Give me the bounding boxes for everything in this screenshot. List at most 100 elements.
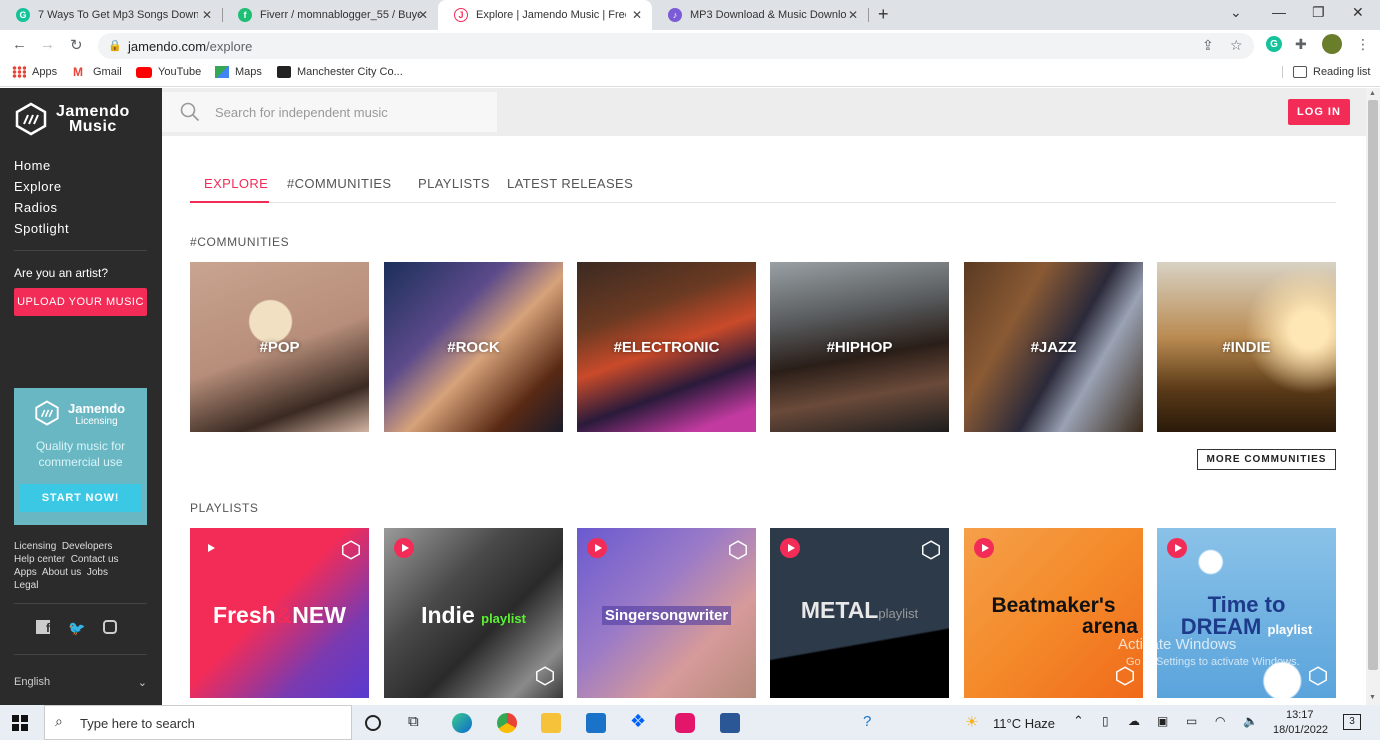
playlist-card-fresh-new[interactable]: Fresh&NEW bbox=[190, 528, 369, 698]
browser-tab-2[interactable]: f Fiverr / momnablogger_55 / Buye ✕ bbox=[222, 0, 438, 30]
play-icon[interactable] bbox=[587, 538, 607, 558]
show-hidden-icons-chevron-icon[interactable]: ⌃ bbox=[1073, 713, 1084, 729]
playlist-card-indie[interactable]: Indie playlist bbox=[384, 528, 563, 698]
login-button[interactable]: LOG IN bbox=[1288, 99, 1350, 125]
task-view-icon[interactable]: ⧉ bbox=[408, 713, 419, 730]
playlist-card-time-to-dream[interactable]: Time to DREAM playlist bbox=[1157, 528, 1336, 698]
help-icon[interactable]: ? bbox=[863, 713, 871, 730]
file-explorer-icon[interactable] bbox=[541, 713, 561, 733]
clock-date[interactable]: 18/01/2022 bbox=[1273, 724, 1328, 736]
close-tab-icon[interactable]: ✕ bbox=[632, 8, 642, 22]
chrome-menu-icon[interactable]: ⋮ bbox=[1356, 36, 1370, 53]
grammarly-extension-icon[interactable]: G bbox=[1266, 36, 1282, 52]
page-scrollbar[interactable]: ▲ ▼ bbox=[1366, 88, 1380, 705]
taskbar-search-input[interactable]: Type here to search bbox=[80, 716, 195, 731]
twitter-icon[interactable]: 🐦 bbox=[68, 620, 85, 637]
forward-icon[interactable]: → bbox=[40, 36, 55, 53]
app-icon[interactable] bbox=[675, 713, 695, 733]
notifications-icon[interactable]: 3 bbox=[1343, 714, 1361, 730]
browser-tab-4[interactable]: ♪ MP3 Download & Music Downlo ✕ bbox=[652, 0, 868, 30]
wifi-icon[interactable]: ◠ bbox=[1215, 714, 1225, 728]
chrome-icon[interactable] bbox=[497, 713, 517, 733]
close-window-icon[interactable]: ✕ bbox=[1352, 4, 1364, 21]
community-card-jazz[interactable]: #JAZZ bbox=[964, 262, 1143, 432]
upload-music-button[interactable]: UPLOAD YOUR MUSIC bbox=[14, 288, 147, 316]
edge-icon[interactable] bbox=[452, 713, 472, 733]
scroll-down-icon[interactable]: ▼ bbox=[1369, 694, 1376, 701]
windows-start-icon[interactable] bbox=[12, 715, 28, 731]
onedrive-cloud-icon[interactable]: ☁ bbox=[1128, 714, 1140, 728]
volume-icon[interactable]: 🔈 bbox=[1243, 714, 1258, 728]
sidebar-item-home[interactable]: Home bbox=[14, 158, 69, 173]
play-icon[interactable] bbox=[1167, 538, 1187, 558]
back-icon[interactable]: ← bbox=[12, 36, 27, 53]
word-icon[interactable] bbox=[720, 713, 740, 733]
browser-tab-3-active[interactable]: J Explore | Jamendo Music | Free m ✕ bbox=[438, 0, 652, 30]
meet-icon[interactable]: ▣ bbox=[1157, 714, 1168, 728]
playlist-card-metal[interactable]: METALplaylist bbox=[770, 528, 949, 698]
footer-link-contact-us[interactable]: Contact us bbox=[71, 554, 119, 565]
scrollbar-thumb[interactable] bbox=[1368, 100, 1378, 670]
close-tab-icon[interactable]: ✕ bbox=[848, 8, 858, 22]
tab-playlists[interactable]: PLAYLISTS bbox=[418, 176, 490, 191]
footer-link-about-us[interactable]: About us bbox=[42, 567, 81, 578]
footer-link-developers[interactable]: Developers bbox=[62, 541, 113, 552]
reading-list[interactable]: Reading list bbox=[1282, 66, 1370, 78]
community-card-indie[interactable]: #INDIE bbox=[1157, 262, 1336, 432]
bookmark-youtube[interactable]: YouTube bbox=[136, 66, 201, 78]
playlist-card-singersongwriter[interactable]: Singersongwriter bbox=[577, 528, 756, 698]
tab-latest-releases[interactable]: LATEST RELEASES bbox=[507, 176, 633, 191]
close-tab-icon[interactable]: ✕ bbox=[202, 8, 212, 22]
footer-link-help-center[interactable]: Help center bbox=[14, 554, 65, 565]
bookmark-manchester-city[interactable]: Manchester City Co... bbox=[277, 66, 403, 78]
clock-time[interactable]: 13:17 bbox=[1286, 709, 1314, 721]
play-icon[interactable] bbox=[780, 538, 800, 558]
bookmark-maps[interactable]: Maps bbox=[215, 66, 262, 78]
search-box[interactable]: Search for independent music bbox=[162, 92, 497, 132]
new-tab-icon[interactable]: + bbox=[878, 4, 889, 25]
instagram-icon[interactable] bbox=[103, 620, 118, 634]
community-card-pop[interactable]: #POP bbox=[190, 262, 369, 432]
sidebar-item-explore[interactable]: Explore bbox=[14, 179, 69, 194]
footer-link-jobs[interactable]: Jobs bbox=[87, 567, 108, 578]
search-input[interactable]: Search for independent music bbox=[215, 105, 388, 120]
omnibox[interactable]: 🔒 jamendo.com/explore ⇪ ☆ bbox=[98, 33, 1254, 59]
scroll-up-icon[interactable]: ▲ bbox=[1369, 90, 1376, 97]
bookmark-apps[interactable]: Apps bbox=[12, 66, 57, 78]
reload-icon[interactable]: ↻ bbox=[70, 36, 83, 54]
facebook-icon[interactable]: f bbox=[36, 620, 50, 635]
start-now-button[interactable]: START NOW! bbox=[20, 484, 141, 512]
footer-link-legal[interactable]: Legal bbox=[14, 580, 38, 591]
community-card-electronic[interactable]: #ELECTRONIC bbox=[577, 262, 756, 432]
bookmark-gmail[interactable]: M Gmail bbox=[73, 66, 122, 78]
browser-tab-1[interactable]: G 7 Ways To Get Mp3 Songs Downl ✕ bbox=[0, 0, 222, 30]
minimize-icon[interactable]: — bbox=[1272, 4, 1286, 20]
play-icon[interactable] bbox=[974, 538, 994, 558]
licensing-promo[interactable]: Jamendo Licensing Quality music for comm… bbox=[14, 388, 147, 525]
cortana-icon[interactable] bbox=[365, 715, 381, 731]
dropbox-icon[interactable]: ❖ bbox=[630, 711, 646, 732]
bookmark-star-icon[interactable]: ☆ bbox=[1230, 37, 1243, 54]
taskbar-search[interactable]: ⌕ Type here to search bbox=[44, 705, 352, 740]
weather-text[interactable]: 11°C Haze bbox=[993, 716, 1055, 731]
close-tab-icon[interactable]: ✕ bbox=[418, 8, 428, 22]
tab-communities[interactable]: #COMMUNITIES bbox=[287, 176, 391, 191]
more-communities-button[interactable]: MORE COMMUNITIES bbox=[1197, 449, 1336, 470]
tab-explore[interactable]: EXPLORE bbox=[204, 176, 268, 191]
play-icon[interactable] bbox=[200, 538, 220, 558]
share-icon[interactable]: ⇪ bbox=[1202, 37, 1214, 54]
sidebar-item-radios[interactable]: Radios bbox=[14, 200, 69, 215]
maximize-icon[interactable]: ❐ bbox=[1312, 4, 1325, 21]
tab-search-chevron-icon[interactable]: ⌄ bbox=[1230, 4, 1242, 21]
mail-icon[interactable] bbox=[586, 713, 606, 733]
device-icon[interactable]: ▯ bbox=[1102, 714, 1109, 728]
community-card-hiphop[interactable]: #HIPHOP bbox=[770, 262, 949, 432]
jamendo-logo[interactable]: Jamendo Music bbox=[14, 102, 130, 136]
footer-link-licensing[interactable]: Licensing bbox=[14, 541, 56, 552]
play-icon[interactable] bbox=[394, 538, 414, 558]
profile-avatar[interactable] bbox=[1322, 34, 1342, 54]
footer-link-apps[interactable]: Apps bbox=[14, 567, 37, 578]
sidebar-item-spotlight[interactable]: Spotlight bbox=[14, 221, 69, 236]
url-text[interactable]: jamendo.com/explore bbox=[128, 39, 252, 54]
playlist-card-beatmakers-arena[interactable]: Beatmaker's arena bbox=[964, 528, 1143, 698]
